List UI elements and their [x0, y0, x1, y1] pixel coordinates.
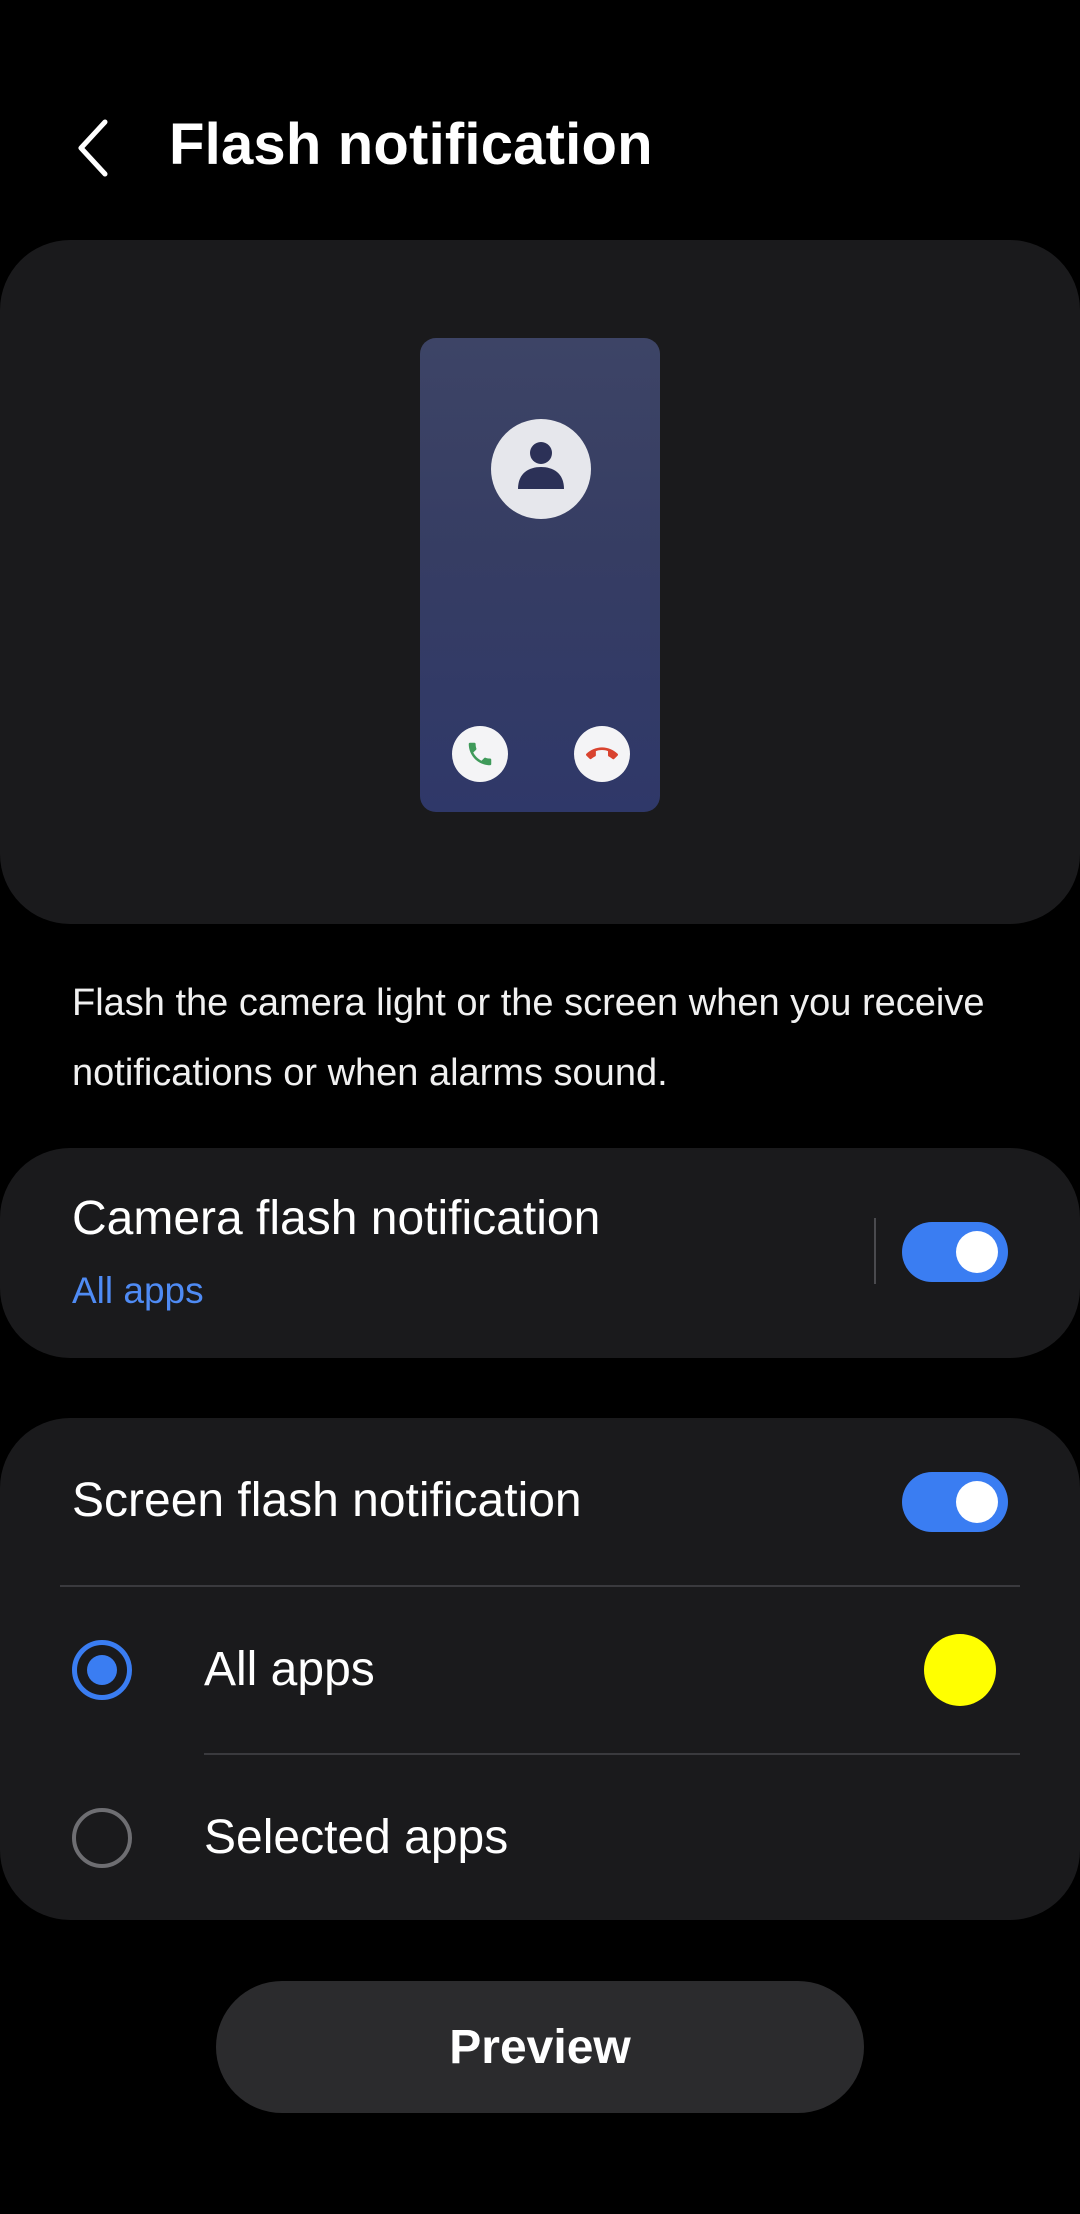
option-selected-apps[interactable]: Selected apps — [0, 1754, 1080, 1922]
illustration-card — [0, 240, 1080, 924]
option-all-apps[interactable]: All apps — [0, 1586, 1080, 1754]
preview-button[interactable]: Preview — [216, 1981, 864, 2113]
toggle-knob — [956, 1231, 998, 1273]
description-text: Flash the camera light or the screen whe… — [72, 982, 985, 1094]
radio-all-apps[interactable] — [72, 1640, 132, 1700]
camera-flash-setting[interactable]: Camera flash notification All apps — [0, 1148, 1080, 1358]
chevron-left-icon — [78, 119, 108, 177]
phone-illustration — [420, 338, 660, 812]
decline-call-illustration — [574, 726, 630, 782]
camera-flash-summary: All apps — [72, 1270, 204, 1311]
avatar — [491, 419, 591, 519]
flash-notification-screen: Flash notification Flash the camera ligh… — [0, 0, 1080, 2214]
phone-accept-icon — [468, 742, 492, 766]
screen-flash-toggle[interactable] — [902, 1472, 1008, 1532]
camera-flash-title: Camera flash notification — [72, 1192, 601, 1245]
phone-decline-icon — [586, 747, 618, 760]
option-label-all-apps: All apps — [204, 1643, 375, 1696]
camera-flash-toggle[interactable] — [902, 1222, 1008, 1282]
vertical-divider — [874, 1218, 876, 1284]
flash-color-button[interactable] — [924, 1634, 996, 1706]
page-title: Flash notification — [169, 112, 653, 177]
app-bar: Flash notification — [0, 90, 1080, 200]
toggle-knob — [956, 1481, 998, 1523]
person-icon — [518, 442, 564, 489]
accept-call-illustration — [452, 726, 508, 782]
screen-flash-setting: Screen flash notification All apps Selec… — [0, 1418, 1080, 1920]
screen-flash-title: Screen flash notification — [72, 1474, 582, 1527]
radio-selected-apps[interactable] — [72, 1808, 132, 1868]
option-label-selected-apps: Selected apps — [204, 1811, 509, 1864]
back-button[interactable] — [58, 108, 128, 188]
